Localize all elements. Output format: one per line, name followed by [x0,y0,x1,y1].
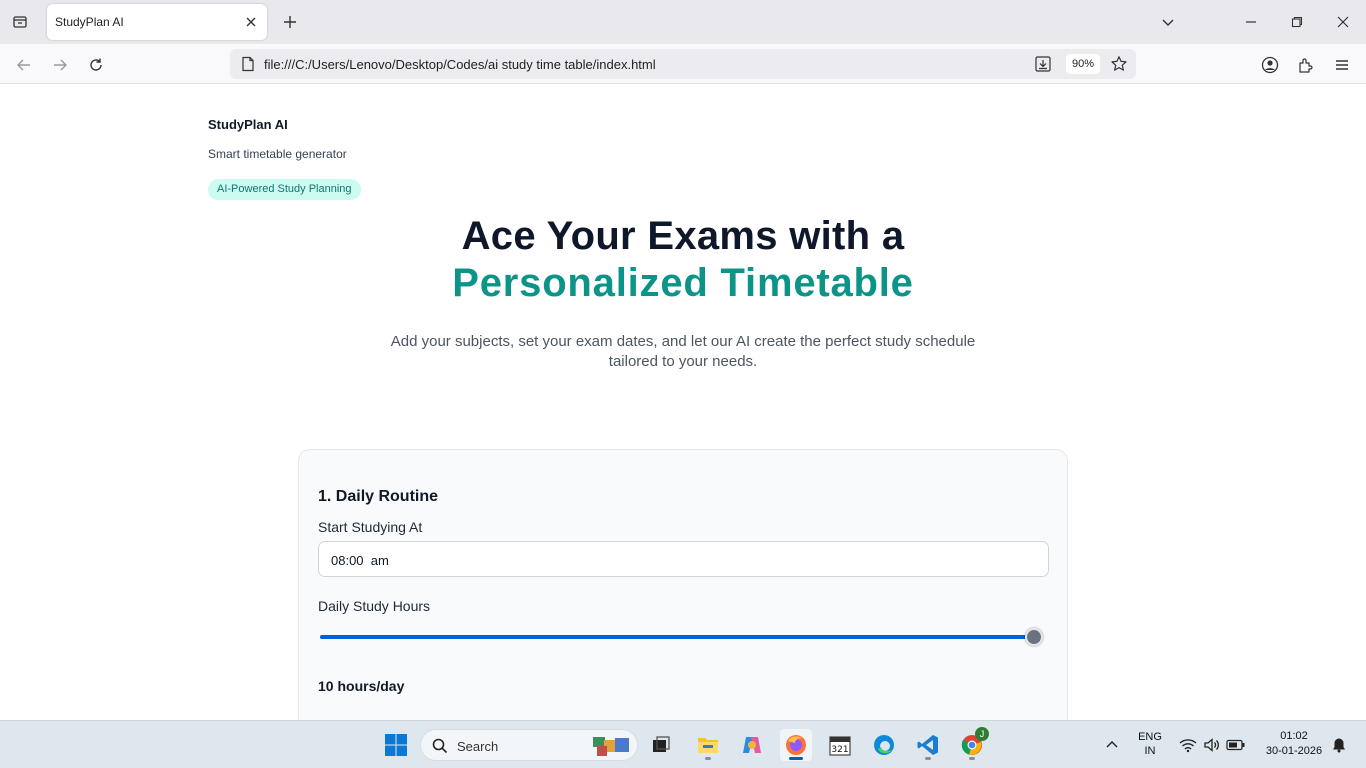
ai-badge: AI-Powered Study Planning [208,179,361,200]
active-indicator [789,757,803,760]
star-bookmark-icon[interactable] [1110,55,1128,73]
hero-description: Add your subjects, set your exam dates, … [390,333,976,370]
taskbar-search[interactable]: Search [420,729,638,761]
account-icon[interactable] [1259,54,1281,76]
svg-text:321: 321 [831,745,848,755]
hero-heading-accent: Personalized Timetable [452,261,914,305]
running-indicator [969,757,975,760]
extensions-icon[interactable] [1295,54,1317,76]
slider-track[interactable] [320,635,1042,639]
file-explorer-icon[interactable] [692,729,724,761]
tab-title: StudyPlan AI [55,15,124,29]
chrome-icon[interactable]: J [956,727,989,761]
hero-heading: Ace Your Exams with a [461,214,905,258]
zoom-level-badge[interactable]: 90% [1066,54,1101,74]
web-page: StudyPlan AI Smart timetable generator A… [0,84,1366,720]
study-hours-value: 10 hours/day [318,678,405,694]
menu-icon[interactable] [1331,54,1353,76]
study-hours-slider[interactable] [318,628,1053,646]
language-code: ENG [1138,731,1162,743]
task-view-icon[interactable] [645,729,677,761]
windows-start-icon[interactable] [380,729,412,761]
new-tab-icon[interactable] [280,12,300,32]
edge-icon[interactable] [868,729,900,761]
battery-icon[interactable] [1220,729,1252,761]
running-indicator [705,757,711,760]
page-icon [242,56,254,72]
copilot-icon[interactable] [736,729,768,761]
minimize-icon[interactable] [1241,12,1261,32]
taskbar: Search 321 J ENG IN 01:02 30-01-2026 [0,720,1366,768]
profile-badge: J [975,727,989,741]
daily-routine-title: 1. Daily Routine [318,488,439,505]
start-time-input[interactable]: 08:00 am [318,541,1049,577]
search-icon [432,738,448,754]
running-indicator [925,757,931,760]
navigation-toolbar: file:///C:/Users/Lenovo/Desktop/Codes/ai… [0,44,1366,84]
vscode-icon[interactable] [912,729,944,761]
start-time-label: Start Studying At [318,519,423,535]
tab-list-icon[interactable] [8,10,32,34]
browser-tab[interactable]: StudyPlan AI [47,4,267,40]
clock-date: 30-01-2026 [1265,745,1323,757]
clock-time: 01:02 [1280,730,1308,742]
chevron-up-icon[interactable] [1096,729,1128,761]
study-hours-label: Daily Study Hours [318,598,431,614]
chevron-down-icon[interactable] [1158,12,1178,32]
firefox-icon[interactable] [780,729,812,761]
daily-routine-card: 1. Daily Routine Start Studying At 08:00… [298,449,1068,720]
start-time-value: 08:00 am [331,553,389,568]
puzzle-icon [593,737,629,756]
language-indicator[interactable]: ENG IN [1133,731,1167,757]
close-tab-icon[interactable] [243,14,259,30]
address-bar[interactable]: file:///C:/Users/Lenovo/Desktop/Codes/ai… [230,49,1136,79]
brand-title: StudyPlan AI [208,117,288,132]
close-window-icon[interactable] [1333,12,1353,32]
back-arrow-icon[interactable] [13,54,35,76]
region-code: IN [1144,745,1156,757]
tab-strip: StudyPlan AI [0,0,1366,44]
clock[interactable]: 01:02 30-01-2026 [1256,730,1332,757]
url-text: file:///C:/Users/Lenovo/Desktop/Codes/ai… [264,57,656,72]
download-icon[interactable] [1034,55,1052,73]
notification-bell-icon[interactable] [1323,729,1355,761]
search-label: Search [457,739,499,754]
calendar-app-icon[interactable]: 321 [824,729,856,761]
restore-icon[interactable] [1287,12,1307,32]
slider-thumb[interactable] [1025,628,1043,646]
brand-subtitle: Smart timetable generator [208,147,347,161]
reload-icon[interactable] [85,54,107,76]
forward-arrow-icon[interactable] [49,54,71,76]
